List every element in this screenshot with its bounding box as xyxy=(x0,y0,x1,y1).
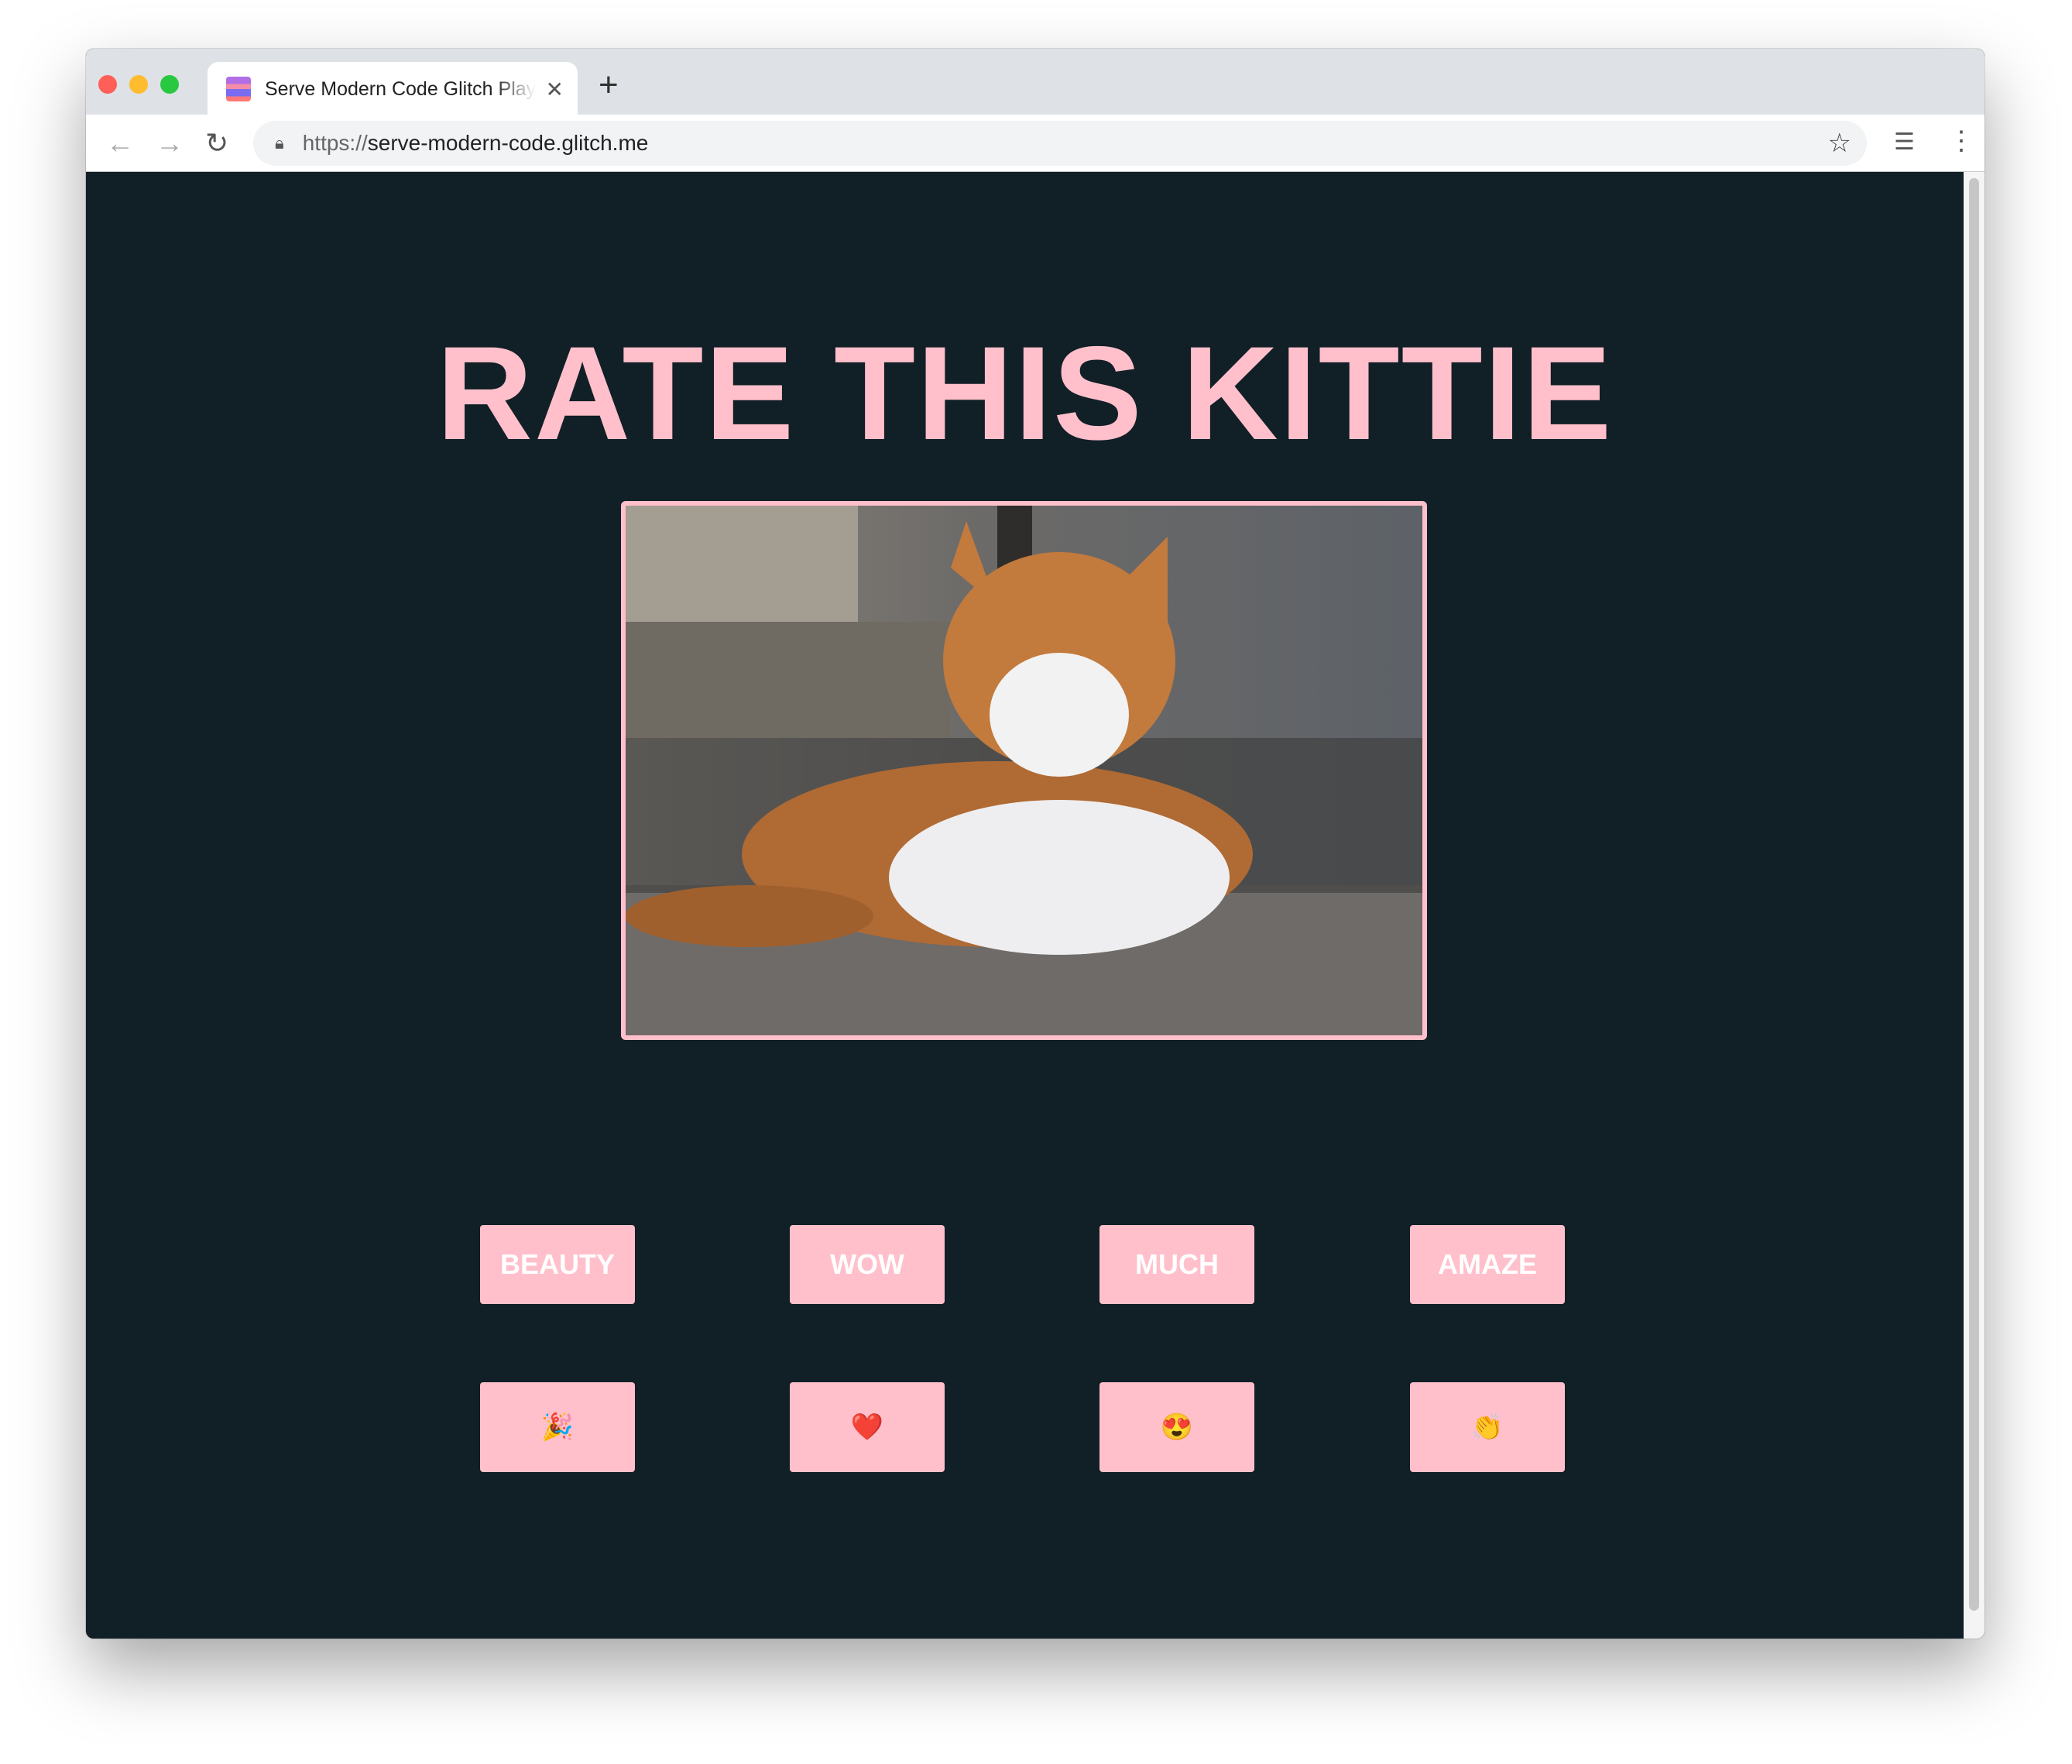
party-popper-button[interactable]: 🎉 xyxy=(480,1382,635,1472)
maximize-window-button[interactable] xyxy=(160,75,179,94)
forward-icon[interactable]: → xyxy=(156,127,184,160)
cat-illustration xyxy=(626,506,1422,1035)
extension-icon[interactable]: ☰ xyxy=(1894,129,1915,156)
scrollbar-thumb[interactable] xyxy=(1969,178,1979,1611)
heart-eyes-button[interactable]: 😍 xyxy=(1099,1382,1254,1472)
reload-icon[interactable]: ↻ xyxy=(205,127,228,160)
clapping-hands-button[interactable]: 👏 xyxy=(1410,1382,1565,1472)
favicon-icon xyxy=(226,77,251,101)
tab-bar: Serve Modern Code Glitch Playground ✕ + xyxy=(86,49,1985,116)
rate-wow-button[interactable]: WOW xyxy=(790,1225,945,1304)
scrollbar[interactable] xyxy=(1964,172,1985,1639)
bookmark-star-icon[interactable]: ☆ xyxy=(1828,128,1851,159)
menu-icon[interactable]: ⋮ xyxy=(1948,125,1974,156)
minimize-window-button[interactable] xyxy=(129,75,148,94)
new-tab-icon[interactable]: + xyxy=(599,66,619,105)
toolbar: ← → ↻ 🔒︎ https://serve-modern-code.glitc… xyxy=(86,115,1985,172)
address-bar[interactable]: 🔒︎ https://serve-modern-code.glitch.me ☆ xyxy=(253,121,1867,166)
url-scheme: https:// xyxy=(302,131,368,155)
rate-amaze-button[interactable]: AMAZE xyxy=(1410,1225,1565,1304)
tab-close-icon[interactable]: ✕ xyxy=(546,77,564,102)
lock-icon: 🔒︎ xyxy=(275,133,284,153)
browser-window: Serve Modern Code Glitch Playground ✕ + … xyxy=(86,49,1985,1639)
tab-active[interactable]: Serve Modern Code Glitch Playground ✕ xyxy=(208,62,578,116)
back-icon[interactable]: ← xyxy=(106,127,134,160)
heart-button[interactable]: ❤️ xyxy=(790,1382,945,1472)
rate-beauty-button[interactable]: BEAUTY xyxy=(480,1225,635,1304)
page-content: RATE THIS KITTIE BEAUTY WOW MUCH AMAZE 🎉… xyxy=(86,172,1964,1639)
page-title: RATE THIS KITTIE xyxy=(436,319,1614,468)
rate-much-button[interactable]: MUCH xyxy=(1099,1225,1254,1304)
close-window-button[interactable] xyxy=(98,75,117,94)
tab-title: Serve Modern Code Glitch Playground xyxy=(265,77,536,100)
cat-image xyxy=(621,501,1427,1040)
url-host: serve-modern-code.glitch.me xyxy=(367,131,649,155)
